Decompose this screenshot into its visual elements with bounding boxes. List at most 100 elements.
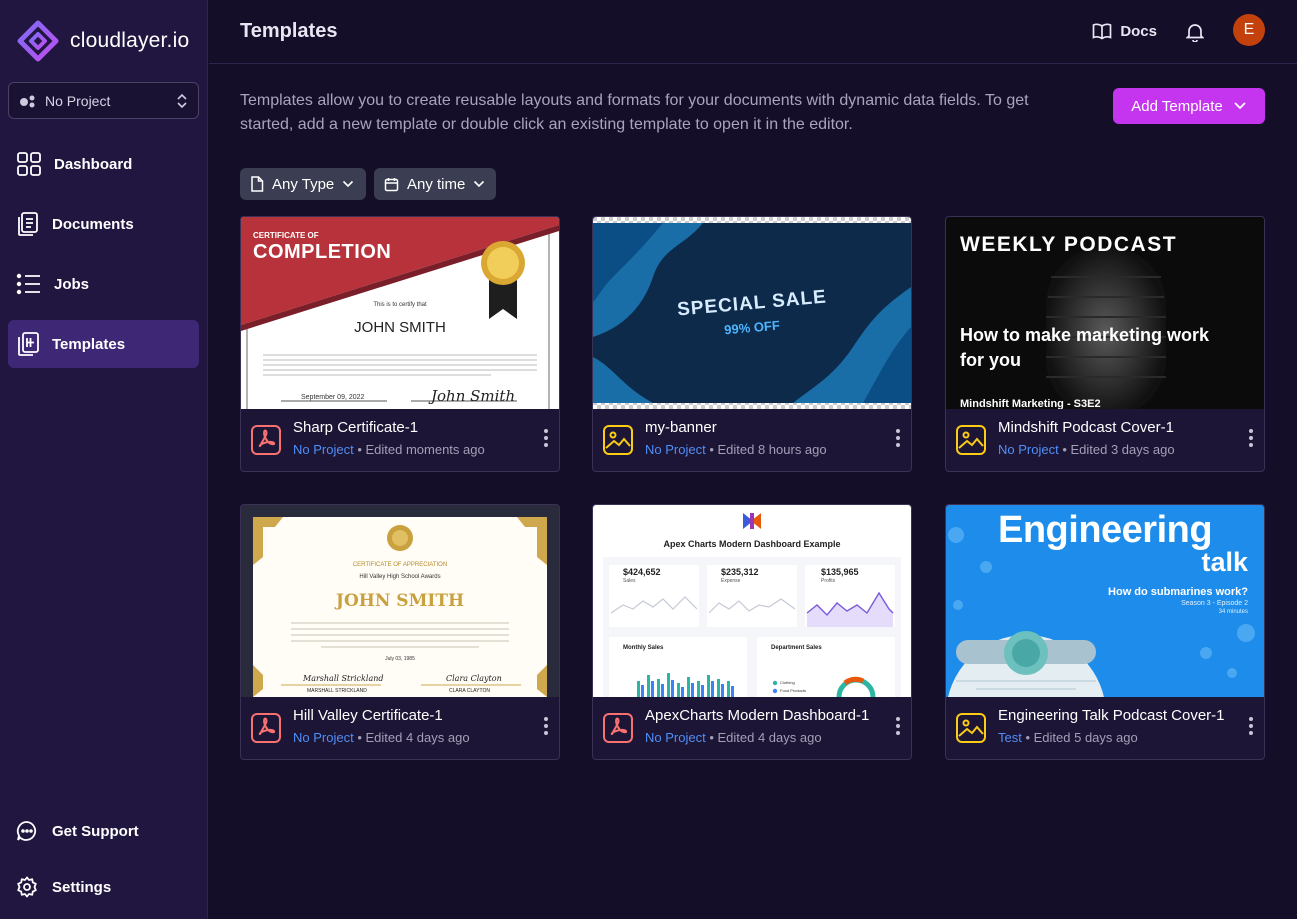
template-preview: SPECIAL SALE 99% OFF [593,217,911,409]
preview-date: September 09, 2022 [301,394,365,401]
image-file-icon [956,425,986,455]
card-project[interactable]: No Project [645,730,706,745]
preview-sig1: Marshall Strickland [303,674,384,683]
preview-legend-1: Clothing [780,680,795,685]
card-meta: my-banner No Project • Edited 8 hours ag… [593,409,911,471]
preview-headline-2: talk [1201,547,1248,577]
logo[interactable]: cloudlayer.io [16,20,189,62]
preview-header-big: COMPLETION [253,241,392,263]
card-edited: Edited 4 days ago [365,730,470,745]
preview-label: WEEKLY PODCAST [960,233,1178,256]
card-menu-icon[interactable] [896,717,900,738]
file-icon [251,176,264,192]
project-select[interactable]: No Project [8,82,199,119]
card-meta: Sharp Certificate-1 No Project • Edited … [241,409,559,471]
preview-stat-label: Expense [721,578,741,584]
card-subtitle: No Project • Edited 4 days ago [293,730,470,745]
template-card[interactable]: CERTIFICATE OF COMPLETION This is to cer… [240,216,560,472]
type-filter-label: Any Type [272,175,335,193]
preview-name: JOHN SMITH [335,591,465,611]
card-menu-icon[interactable] [896,429,900,450]
sidebar-item-dashboard[interactable]: Dashboard [8,140,199,188]
sidebar-item-settings[interactable]: Settings [16,876,111,898]
preview-signature: John Smith [431,387,516,405]
preview-duration: 34 minutes [1218,609,1248,615]
preview-stat-label: Sales [623,578,636,584]
template-card[interactable]: WEEKLY PODCAST How to make marketing wor… [945,216,1265,472]
template-card[interactable]: Engineering talk How do submarines work?… [945,504,1265,760]
card-subtitle: No Project • Edited moments ago [293,442,485,457]
pdf-file-icon [251,425,281,455]
sidebar-item-documents[interactable]: Documents [8,200,199,248]
preview-stat-label: Profits [821,578,836,584]
template-card[interactable]: Apex Charts Modern Dashboard Example $42… [592,504,912,760]
add-template-button[interactable]: Add Template [1113,88,1265,124]
preview-headline-1: Engineering [998,509,1213,551]
card-project[interactable]: No Project [645,442,706,457]
preview-sig1-name: MARSHALL STRICKLAND [307,688,367,694]
preview-episode: Season 3 - Episode 2 [1181,600,1248,607]
card-menu-icon[interactable] [1249,717,1253,738]
card-title: my-banner [645,419,717,436]
preview-stat-value: $424,652 [623,567,661,577]
template-card[interactable]: CERTIFICATE OF APPRECIATION Hill Valley … [240,504,560,760]
card-menu-icon[interactable] [544,429,548,450]
preview-header-small: CERTIFICATE OF [253,231,319,240]
sidebar-item-jobs[interactable]: Jobs [8,260,199,308]
preview-legend-2: Food Products [780,688,807,693]
card-meta: Mindshift Podcast Cover-1 No Project • E… [946,409,1264,471]
sidebar-item-label: Documents [52,215,134,233]
card-meta: Engineering Talk Podcast Cover-1 Test • … [946,697,1264,759]
time-filter[interactable]: Any time [374,168,496,200]
template-preview: CERTIFICATE OF APPRECIATION Hill Valley … [241,505,559,697]
grid-icon [17,152,41,176]
list-icon [16,273,40,295]
preview-heading: Apex Charts Modern Dashboard Example [663,539,841,549]
preview-sig2-name: CLARA CLAYTON [449,688,490,694]
avatar[interactable]: E [1233,14,1265,46]
chevron-down-icon [343,180,354,188]
type-filter[interactable]: Any Type [240,168,366,200]
documents-icon [18,212,38,236]
docs-link[interactable]: Docs [1092,22,1157,40]
docs-label: Docs [1120,22,1157,40]
card-edited: Edited 8 hours ago [717,442,827,457]
project-dots-icon [20,95,35,107]
card-edited: Edited 5 days ago [1033,730,1138,745]
card-subtitle: No Project • Edited 4 days ago [645,730,822,745]
card-subtitle: No Project • Edited 8 hours ago [645,442,827,457]
preview-stat-value: $135,965 [821,567,859,577]
bell-icon[interactable] [1186,22,1204,42]
card-project[interactable]: No Project [293,730,354,745]
project-select-value: No Project [45,92,111,109]
sidebar-item-templates[interactable]: Templates [8,320,199,368]
sidebar-item-label: Jobs [54,275,90,293]
card-project[interactable]: No Project [998,442,1059,457]
preview-sig2: Clara Clayton [446,674,502,683]
chat-icon [16,821,37,841]
card-subtitle: No Project • Edited 3 days ago [998,442,1175,457]
card-project[interactable]: Test [998,730,1022,745]
card-title: Hill Valley Certificate-1 [293,707,443,724]
card-menu-icon[interactable] [1249,429,1253,450]
card-title: Mindshift Podcast Cover-1 [998,419,1174,436]
intro-text: Templates allow you to create reusable l… [240,92,1029,133]
template-preview: WEEKLY PODCAST How to make marketing wor… [946,217,1264,409]
top-bar: Templates Docs E [209,0,1297,64]
preview-headline-2: for you [960,350,1021,370]
chevron-down-icon [474,180,485,188]
card-title: Engineering Talk Podcast Cover-1 [998,707,1225,724]
cloudlayer-logo-icon [17,20,59,62]
template-card[interactable]: SPECIAL SALE 99% OFF my-banner No Projec… [592,216,912,472]
image-file-icon [603,425,633,455]
card-project[interactable]: No Project [293,442,354,457]
preview-certify: This is to certify that [373,302,427,308]
sidebar-item-get-support[interactable]: Get Support [16,820,139,842]
pdf-file-icon [251,713,281,743]
preview-headline-1: How to make marketing work [960,325,1210,345]
card-menu-icon[interactable] [544,717,548,738]
card-title: ApexCharts Modern Dashboard-1 [645,707,870,724]
preview-question: How do submarines work? [1108,586,1248,598]
book-icon [1092,23,1112,40]
sidebar-item-label: Templates [52,335,126,353]
